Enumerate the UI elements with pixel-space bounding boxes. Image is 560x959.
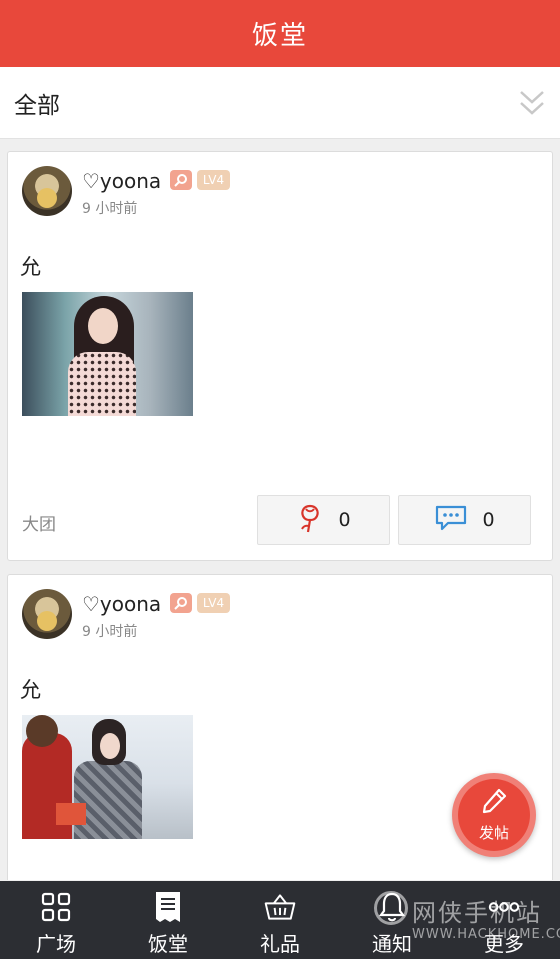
nav-label: 通知	[372, 932, 412, 956]
grid-icon	[39, 890, 73, 924]
new-post-label: 发帖	[478, 823, 509, 842]
like-button[interactable]: 0	[257, 495, 390, 545]
post-time: 9 小时前	[82, 624, 138, 640]
level-badge: LV4	[197, 170, 230, 190]
post-group[interactable]: 大团	[22, 510, 56, 535]
nav-label: 广场	[36, 932, 76, 956]
comment-button[interactable]: 0	[398, 495, 531, 545]
nav-item-square[interactable]: 广场	[0, 881, 112, 959]
magnifier-badge-icon	[170, 593, 192, 613]
post-username[interactable]: ♡yoona	[82, 169, 161, 193]
nav-item-gifts[interactable]: 礼品	[224, 881, 336, 959]
post-username[interactable]: ♡yoona	[82, 592, 161, 616]
comment-count: 0	[482, 509, 495, 531]
more-icon	[487, 890, 521, 924]
post-text: 允	[20, 678, 41, 702]
nav-item-notifications[interactable]: 通知	[336, 881, 448, 959]
nav-label: 更多	[484, 932, 524, 956]
basket-icon	[263, 890, 297, 924]
avatar[interactable]	[22, 589, 72, 639]
rose-icon	[296, 503, 324, 537]
nav-label: 礼品	[260, 932, 300, 956]
post-image[interactable]	[22, 292, 193, 416]
category-filter-label: 全部	[14, 92, 60, 119]
double-chevron-down-icon[interactable]	[518, 87, 546, 119]
category-filter-bar[interactable]: 全部	[0, 67, 560, 139]
new-post-button[interactable]: 发帖	[452, 773, 536, 857]
bell-icon	[375, 890, 409, 924]
post-feed[interactable]: ♡yoona LV4 9 小时前 允 大团 0 0 ♡yoona LV4 9 小…	[0, 139, 560, 880]
post-time: 9 小时前	[82, 201, 138, 217]
magnifier-badge-icon	[170, 170, 192, 190]
nav-item-more[interactable]: 更多	[448, 881, 560, 959]
top-bar: 饭堂	[0, 0, 560, 67]
comment-icon	[434, 504, 468, 536]
like-count: 0	[338, 509, 351, 531]
avatar[interactable]	[22, 166, 72, 216]
pen-icon	[479, 788, 509, 820]
nav-item-fantang[interactable]: 饭堂	[112, 881, 224, 959]
document-icon	[151, 890, 185, 924]
level-badge: LV4	[197, 593, 230, 613]
page-title: 饭堂	[251, 21, 308, 51]
post-card[interactable]: ♡yoona LV4 9 小时前 允 大团 0 0	[7, 151, 553, 561]
post-text: 允	[20, 255, 41, 279]
post-image[interactable]	[22, 715, 193, 839]
nav-label: 饭堂	[148, 932, 188, 956]
bottom-nav: 广场 饭堂 礼品 通知 更多	[0, 881, 560, 959]
